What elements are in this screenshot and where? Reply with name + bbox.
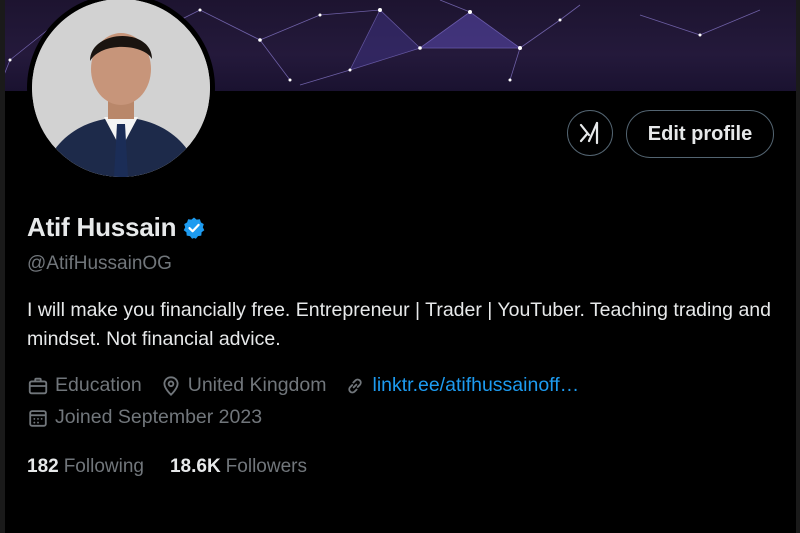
followers-stat[interactable]: 18.6K Followers (170, 456, 307, 478)
left-column-border (0, 0, 5, 533)
category-label: Education (55, 374, 142, 396)
display-name: Atif Hussain (27, 212, 177, 242)
display-name-row: Atif Hussain (27, 212, 206, 243)
following-label: Following (63, 456, 144, 477)
following-stat[interactable]: 182 Following (27, 456, 144, 478)
right-column-border (796, 0, 800, 533)
profile-joined-row: Joined September 2023 (27, 406, 280, 429)
profile-category: Education (27, 374, 142, 397)
grok-icon (579, 121, 599, 145)
following-count: 182 (27, 456, 59, 477)
verified-badge-icon[interactable] (182, 216, 206, 240)
avatar-photo (32, 0, 210, 177)
profile-website[interactable]: linktr.ee/atifhussainoff… (344, 374, 579, 397)
calendar-icon (29, 409, 47, 427)
location-label: United Kingdom (187, 374, 327, 396)
grok-button[interactable] (567, 110, 613, 156)
avatar[interactable] (32, 0, 210, 177)
profile-page: Edit profile Atif Hussain @AtifHussainOG… (0, 0, 800, 533)
user-handle: @AtifHussainOG (27, 253, 172, 274)
website-link[interactable]: linktr.ee/atifhussainoff… (372, 374, 579, 397)
profile-meta-row: Education United Kingdom linktr.ee/atifh… (27, 374, 597, 397)
profile-joined: Joined September 2023 (27, 406, 262, 429)
followers-label: Followers (225, 456, 307, 477)
link-icon (348, 378, 363, 393)
joined-label: Joined September 2023 (55, 406, 263, 428)
briefcase-icon (28, 377, 48, 394)
profile-location: United Kingdom (160, 374, 327, 397)
profile-bio: I will make you financially free. Entrep… (27, 299, 771, 350)
profile-stats: 182 Following 18.6K Followers (27, 456, 333, 478)
followers-count: 18.6K (169, 456, 221, 477)
location-pin-icon (163, 375, 179, 396)
edit-profile-button[interactable]: Edit profile (626, 110, 774, 158)
